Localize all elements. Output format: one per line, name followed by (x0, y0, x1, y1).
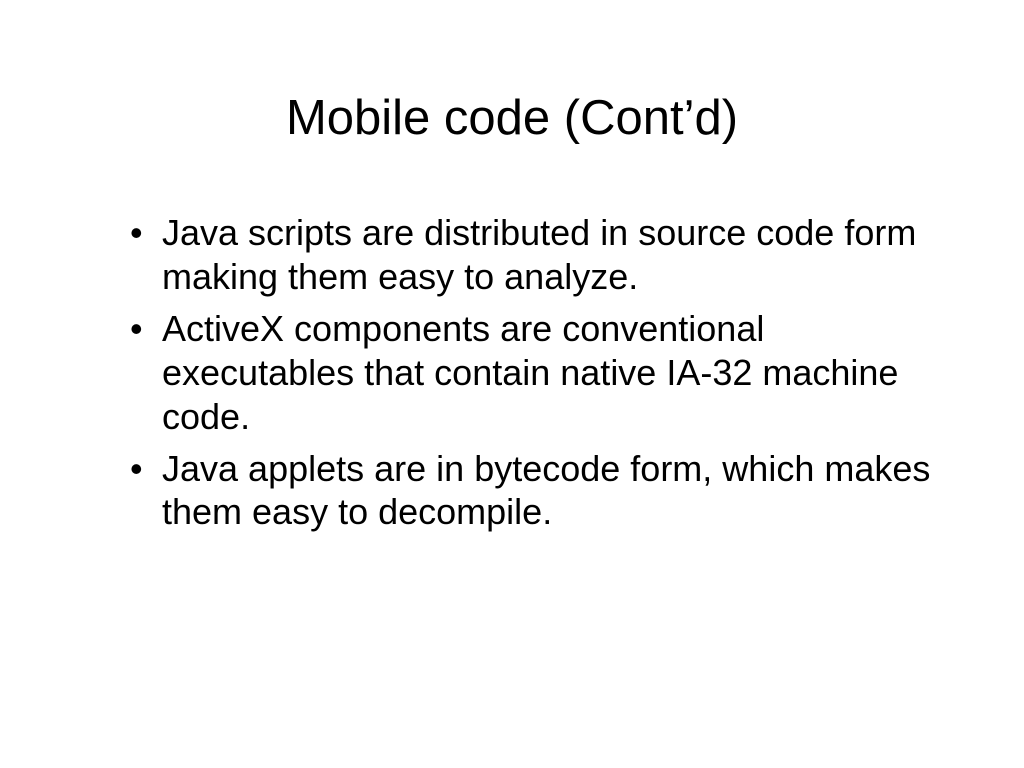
list-item: Java applets are in bytecode form, which… (130, 447, 944, 535)
list-item: ActiveX components are conventional exec… (130, 307, 944, 439)
slide-container: Mobile code (Cont’d) Java scripts are di… (0, 0, 1024, 768)
bullet-list: Java scripts are distributed in source c… (80, 211, 944, 534)
list-item: Java scripts are distributed in source c… (130, 211, 944, 299)
slide-title: Mobile code (Cont’d) (80, 90, 944, 146)
